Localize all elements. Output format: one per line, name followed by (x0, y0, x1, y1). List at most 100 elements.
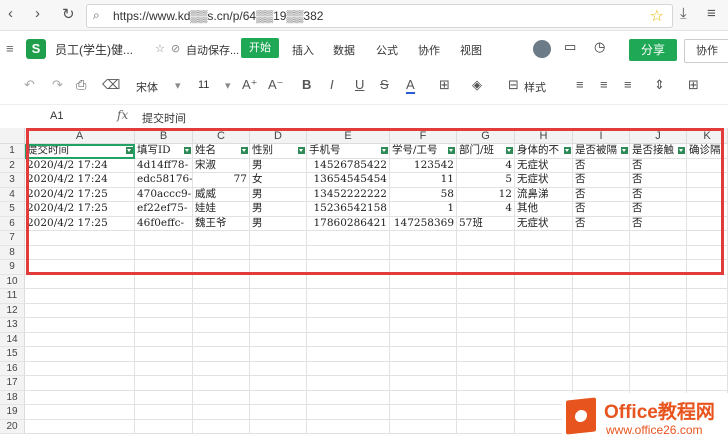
empty-cell[interactable] (25, 274, 135, 289)
style-icon[interactable]: ⊟ (508, 77, 519, 93)
font-size-select[interactable]: 11 (198, 79, 209, 91)
empty-cell[interactable] (307, 419, 390, 434)
empty-cell[interactable] (515, 361, 573, 376)
reload-icon[interactable]: ↻ (62, 5, 75, 23)
empty-cell[interactable] (630, 231, 687, 246)
row-header[interactable]: 15 (0, 347, 25, 362)
empty-cell[interactable] (135, 332, 193, 347)
empty-cell[interactable] (573, 274, 630, 289)
empty-cell[interactable] (307, 405, 390, 420)
undo-icon[interactable]: ↶ (24, 77, 35, 93)
empty-cell[interactable] (193, 245, 250, 260)
table-cell[interactable]: 2020/4/2 17:25 (25, 216, 135, 231)
table-cell[interactable]: 否 (573, 158, 630, 173)
column-filter-header[interactable]: 确诊隔 (687, 144, 728, 159)
empty-cell[interactable] (250, 303, 307, 318)
empty-cell[interactable] (307, 303, 390, 318)
empty-cell[interactable] (687, 260, 728, 275)
row-header[interactable]: 17 (0, 376, 25, 391)
empty-cell[interactable] (515, 260, 573, 275)
empty-cell[interactable] (307, 347, 390, 362)
empty-cell[interactable] (135, 376, 193, 391)
empty-cell[interactable] (457, 260, 515, 275)
back-icon[interactable]: ‹ (8, 5, 13, 22)
address-bar[interactable]: ⌕ https://www.kd▒▒s.cn/p/64▒▒19▒▒382 ☆ (86, 4, 673, 28)
empty-cell[interactable] (630, 303, 687, 318)
empty-cell[interactable] (630, 332, 687, 347)
column-header-c[interactable]: C (193, 128, 250, 144)
increase-font-icon[interactable]: A⁺ (242, 77, 258, 93)
empty-cell[interactable] (515, 303, 573, 318)
empty-cell[interactable] (307, 332, 390, 347)
empty-cell[interactable] (630, 289, 687, 304)
empty-cell[interactable] (457, 231, 515, 246)
table-cell[interactable]: ef22ef75- (135, 202, 193, 217)
empty-cell[interactable] (250, 274, 307, 289)
filter-dropdown-icon[interactable] (564, 147, 571, 154)
vertical-align-icon[interactable]: ⇕ (654, 77, 665, 93)
column-filter-header[interactable]: 手机号 (307, 144, 390, 159)
table-cell[interactable]: 女 (250, 173, 307, 188)
column-filter-header[interactable]: 提交时间 (25, 144, 135, 159)
empty-cell[interactable] (25, 405, 135, 420)
align-right-icon[interactable]: ≡ (624, 77, 632, 92)
empty-cell[interactable] (515, 274, 573, 289)
table-cell[interactable]: 否 (573, 173, 630, 188)
table-cell[interactable]: 否 (573, 187, 630, 202)
table-cell[interactable]: 其他 (515, 202, 573, 217)
empty-cell[interactable] (25, 376, 135, 391)
table-cell[interactable] (687, 173, 728, 188)
present-icon[interactable]: ▭ (564, 39, 576, 55)
table-cell[interactable]: 威威 (193, 187, 250, 202)
download-icon[interactable]: ⤓ (680, 5, 687, 22)
table-cell[interactable]: 男 (250, 216, 307, 231)
underline-icon[interactable]: U (355, 77, 364, 92)
empty-cell[interactable] (390, 419, 457, 434)
empty-cell[interactable] (135, 260, 193, 275)
decrease-font-icon[interactable]: A⁻ (268, 77, 284, 93)
empty-cell[interactable] (307, 318, 390, 333)
table-cell[interactable]: 2020/4/2 17:25 (25, 187, 135, 202)
row-header[interactable]: 14 (0, 332, 25, 347)
empty-cell[interactable] (193, 274, 250, 289)
filter-dropdown-icon[interactable] (184, 147, 191, 154)
empty-cell[interactable] (573, 303, 630, 318)
document-title[interactable]: 员工(学生)健... (55, 41, 133, 58)
menu-insert[interactable]: 插入 (292, 42, 314, 58)
share-button[interactable]: 分享 (629, 39, 677, 61)
row-header[interactable]: 18 (0, 390, 25, 405)
empty-cell[interactable] (390, 332, 457, 347)
empty-cell[interactable] (390, 260, 457, 275)
empty-cell[interactable] (457, 361, 515, 376)
empty-cell[interactable] (573, 318, 630, 333)
border-icon[interactable]: ⊞ (439, 77, 450, 93)
empty-cell[interactable] (457, 405, 515, 420)
table-cell[interactable] (687, 158, 728, 173)
empty-cell[interactable] (687, 245, 728, 260)
empty-cell[interactable] (390, 274, 457, 289)
chevron-down-icon[interactable]: ▾ (225, 79, 231, 92)
empty-cell[interactable] (307, 260, 390, 275)
empty-cell[interactable] (135, 419, 193, 434)
empty-cell[interactable] (193, 419, 250, 434)
empty-cell[interactable] (573, 289, 630, 304)
empty-cell[interactable] (573, 347, 630, 362)
row-header[interactable]: 4 (0, 187, 25, 202)
empty-cell[interactable] (193, 231, 250, 246)
empty-cell[interactable] (457, 390, 515, 405)
empty-cell[interactable] (573, 231, 630, 246)
column-filter-header[interactable]: 姓名 (193, 144, 250, 159)
empty-cell[interactable] (135, 318, 193, 333)
star-icon[interactable]: ☆ (155, 42, 165, 55)
table-cell[interactable]: 否 (630, 173, 687, 188)
filter-dropdown-icon[interactable] (241, 147, 248, 154)
row-header[interactable]: 1 (0, 144, 25, 159)
empty-cell[interactable] (193, 289, 250, 304)
column-header-i[interactable]: I (573, 128, 630, 144)
empty-cell[interactable] (390, 245, 457, 260)
menu-start[interactable]: 开始 (241, 38, 279, 58)
empty-cell[interactable] (135, 390, 193, 405)
row-header[interactable]: 16 (0, 361, 25, 376)
empty-cell[interactable] (25, 361, 135, 376)
empty-cell[interactable] (250, 318, 307, 333)
